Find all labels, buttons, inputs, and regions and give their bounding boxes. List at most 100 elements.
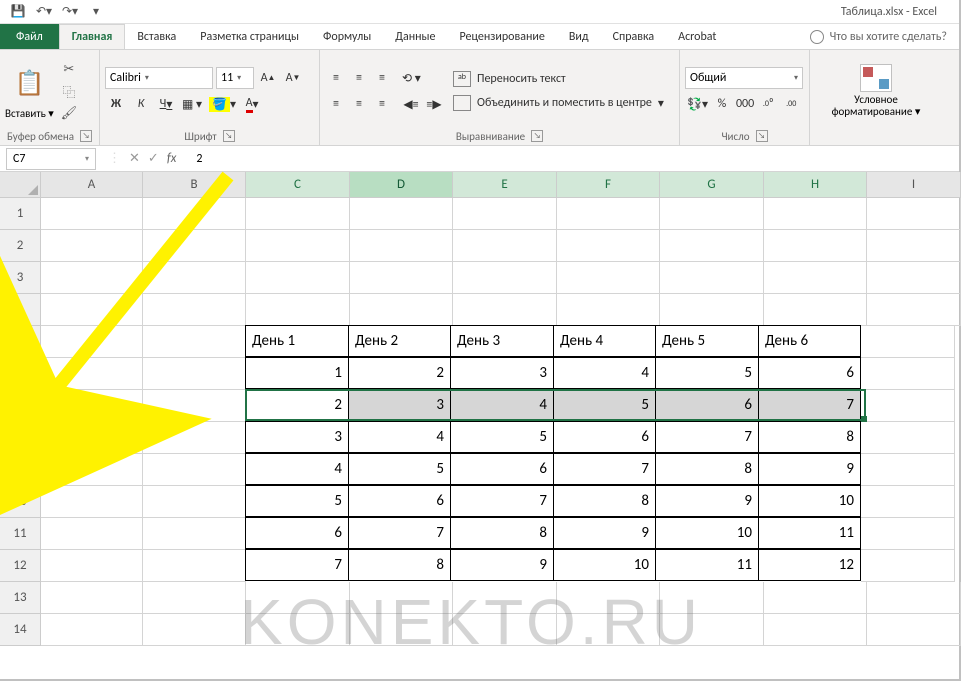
cell-H8[interactable]: 8 <box>758 421 861 453</box>
font-name-select[interactable]: Calibri▾ <box>105 67 213 89</box>
cell-D11[interactable]: 7 <box>348 517 451 549</box>
cell-C8[interactable]: 3 <box>245 421 349 453</box>
row-header-1[interactable]: 1 <box>0 198 41 230</box>
cell-H4[interactable] <box>764 294 867 326</box>
cell-F8[interactable]: 6 <box>553 421 656 453</box>
format-painter-icon[interactable]: 🖌 <box>58 103 80 123</box>
align-bottom-icon[interactable]: ≡ <box>371 67 393 89</box>
cell-B6[interactable] <box>143 358 246 390</box>
col-header-D[interactable]: D <box>350 172 453 198</box>
cell-E11[interactable]: 8 <box>450 517 554 549</box>
conditional-format-button[interactable]: Условноеформатирование ▾ <box>832 64 921 118</box>
cell-G13[interactable] <box>660 582 764 614</box>
cell-G12[interactable]: 11 <box>655 549 759 581</box>
row-header-6[interactable]: 6 <box>0 358 41 390</box>
cell-D8[interactable]: 4 <box>348 421 451 453</box>
cell-G2[interactable] <box>660 230 764 262</box>
increase-decimal-icon[interactable]: .0⁰ <box>757 93 779 115</box>
paste-label[interactable]: Вставить ▾ <box>5 107 54 120</box>
tab-data[interactable]: Данные <box>383 24 447 49</box>
cell-G5[interactable]: День 5 <box>655 325 759 357</box>
row-header-14[interactable]: 14 <box>0 614 41 646</box>
row-header-3[interactable]: 3 <box>0 262 41 294</box>
col-header-H[interactable]: H <box>764 172 867 198</box>
number-format-select[interactable]: Общий▾ <box>685 67 803 89</box>
align-middle-icon[interactable]: ≡ <box>348 67 370 89</box>
cell-E13[interactable] <box>453 582 557 614</box>
cell-B7[interactable] <box>143 390 246 422</box>
cell-E7[interactable]: 4 <box>450 389 554 421</box>
cell-D6[interactable]: 2 <box>348 357 451 389</box>
cell-F4[interactable] <box>557 294 660 326</box>
cell-F13[interactable] <box>557 582 660 614</box>
cell-A7[interactable] <box>41 390 143 422</box>
row-header-13[interactable]: 13 <box>0 582 41 614</box>
col-header-G[interactable]: G <box>660 172 764 198</box>
cell-I8[interactable] <box>861 422 955 454</box>
cells-area[interactable]: День 1День 2День 3День 4День 5День 61234… <box>41 198 961 646</box>
cell-C10[interactable]: 5 <box>245 485 349 517</box>
bold-button[interactable]: Ж <box>105 93 127 115</box>
col-header-E[interactable]: E <box>453 172 557 198</box>
row-header-8[interactable]: 8 <box>0 422 41 454</box>
cell-H13[interactable] <box>764 582 867 614</box>
cell-E10[interactable]: 7 <box>450 485 554 517</box>
cell-H14[interactable] <box>764 614 867 646</box>
align-left-icon[interactable]: ≡ <box>325 93 347 115</box>
cell-H3[interactable] <box>764 262 867 294</box>
cell-G6[interactable]: 5 <box>655 357 759 389</box>
cell-H1[interactable] <box>764 198 867 230</box>
cell-E4[interactable] <box>453 294 557 326</box>
tab-insert[interactable]: Вставка <box>125 24 188 49</box>
cell-F14[interactable] <box>557 614 660 646</box>
cut-icon[interactable]: ✂ <box>58 59 80 79</box>
cell-D12[interactable]: 8 <box>348 549 451 581</box>
cell-G9[interactable]: 8 <box>655 453 759 485</box>
row-header-5[interactable]: 5 <box>0 326 41 358</box>
cell-H12[interactable]: 12 <box>758 549 861 581</box>
decrease-decimal-icon[interactable]: .00 <box>780 93 802 115</box>
cell-A4[interactable] <box>41 294 143 326</box>
cell-F11[interactable]: 9 <box>553 517 656 549</box>
cell-C14[interactable] <box>246 614 350 646</box>
enter-icon[interactable]: ✓ <box>148 151 159 166</box>
paste-icon[interactable]: 📋 <box>11 63 47 105</box>
underline-button[interactable]: Ч ▾ <box>155 93 177 115</box>
cell-I7[interactable] <box>861 390 955 422</box>
cell-G1[interactable] <box>660 198 764 230</box>
tab-view[interactable]: Вид <box>557 24 601 49</box>
cell-F12[interactable]: 10 <box>553 549 656 581</box>
cell-F2[interactable] <box>557 230 660 262</box>
cell-H10[interactable]: 10 <box>758 485 861 517</box>
cell-D4[interactable] <box>350 294 453 326</box>
cell-B1[interactable] <box>143 198 246 230</box>
indent-decrease-icon[interactable]: ◀≡ <box>400 93 422 115</box>
fx-icon[interactable]: fx <box>167 151 177 166</box>
cell-A3[interactable] <box>41 262 143 294</box>
clipboard-dialog-icon[interactable]: ↘ <box>80 130 92 142</box>
cell-A8[interactable] <box>41 422 143 454</box>
cell-I5[interactable] <box>861 326 955 358</box>
cell-H7[interactable]: 7 <box>758 389 861 421</box>
col-header-F[interactable]: F <box>557 172 660 198</box>
col-header-B[interactable]: B <box>143 172 246 198</box>
cell-B5[interactable] <box>143 326 246 358</box>
redo-icon[interactable]: ↷▾ <box>58 4 82 19</box>
cell-E2[interactable] <box>453 230 557 262</box>
cell-F7[interactable]: 5 <box>553 389 656 421</box>
cell-D5[interactable]: День 2 <box>348 325 451 357</box>
cell-A11[interactable] <box>41 518 143 550</box>
align-center-icon[interactable]: ≡ <box>348 93 370 115</box>
cell-H2[interactable] <box>764 230 867 262</box>
cell-I10[interactable] <box>861 486 955 518</box>
cell-F10[interactable]: 8 <box>553 485 656 517</box>
cell-C3[interactable] <box>246 262 350 294</box>
row-header-7[interactable]: 7 <box>0 390 41 422</box>
row-header-10[interactable]: 10 <box>0 486 41 518</box>
orientation-icon[interactable]: ⟲ ▾ <box>400 67 423 89</box>
cell-C5[interactable]: День 1 <box>245 325 349 357</box>
tab-review[interactable]: Рецензирование <box>448 24 557 49</box>
cell-C6[interactable]: 1 <box>245 357 349 389</box>
cell-C13[interactable] <box>246 582 350 614</box>
font-dialog-icon[interactable]: ↘ <box>223 130 235 142</box>
